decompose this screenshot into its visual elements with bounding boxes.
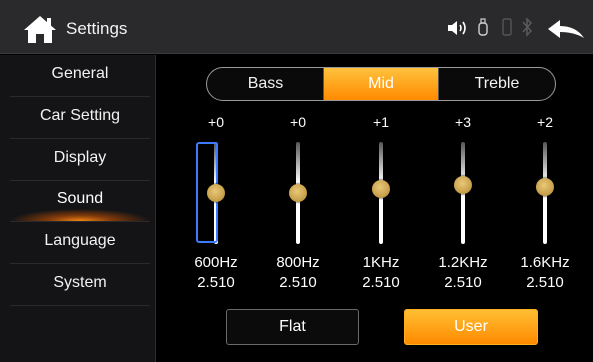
slider-knob[interactable] [536,178,554,196]
flat-preset-button[interactable]: Flat [226,309,359,345]
sidebar-item-display[interactable]: Display [10,139,150,181]
page-title: Settings [66,19,128,38]
band-gain: +0 [208,114,224,130]
header-bar: Settings [0,0,593,54]
band-gain: +3 [455,114,471,130]
eq-band-600hz: +0 600Hz 2.510 [181,112,251,297]
band-frequency: 600Hz [194,254,238,271]
band-range-tabs: Bass Mid Treble [206,67,556,101]
slider-knob[interactable] [207,184,225,202]
band-q-value: 2.510 [279,274,317,291]
sidebar-item-general[interactable]: General [10,55,150,97]
band-q-value: 2.510 [362,274,400,291]
band-q-value: 2.510 [526,274,564,291]
phone-icon [502,18,512,36]
band-q-value: 2.510 [197,274,235,291]
band-frequency: 1KHz [362,254,400,271]
sidebar-item-car-setting[interactable]: Car Setting [10,97,150,139]
tab-mid[interactable]: Mid [323,68,439,100]
slider-knob[interactable] [454,176,472,194]
eq-band-1-2khz: +3 1.2KHz 2.510 [428,112,498,297]
band-gain: +0 [290,114,306,130]
sidebar-item-language[interactable]: Language [10,222,150,264]
slider-knob[interactable] [289,184,307,202]
usb-icon [478,18,488,36]
eq-band-800hz: +0 800Hz 2.510 [263,112,333,297]
band-frequency: 1.6KHz [520,254,570,271]
eq-band-1-6khz: +2 1.6KHz 2.510 [510,112,580,297]
bluetooth-icon [521,16,533,38]
sidebar-item-system[interactable]: System [10,264,150,306]
band-frequency: 800Hz [276,254,320,271]
band-q-value: 2.510 [444,274,482,291]
tab-bass[interactable]: Bass [207,68,324,100]
band-gain: +2 [537,114,553,130]
sidebar: General Car Setting Display Sound Langua… [0,55,156,362]
sidebar-item-sound[interactable]: Sound [10,180,150,222]
slider-knob[interactable] [372,180,390,198]
volume-icon [446,18,472,38]
home-icon[interactable] [22,14,58,44]
eq-band-1khz: +1 1KHz 2.510 [346,112,416,297]
band-gain: +1 [373,114,389,130]
band-frequency: 1.2KHz [438,254,488,271]
tab-treble[interactable]: Treble [439,68,555,100]
back-arrow-icon[interactable] [546,18,586,40]
user-preset-button[interactable]: User [404,309,538,345]
